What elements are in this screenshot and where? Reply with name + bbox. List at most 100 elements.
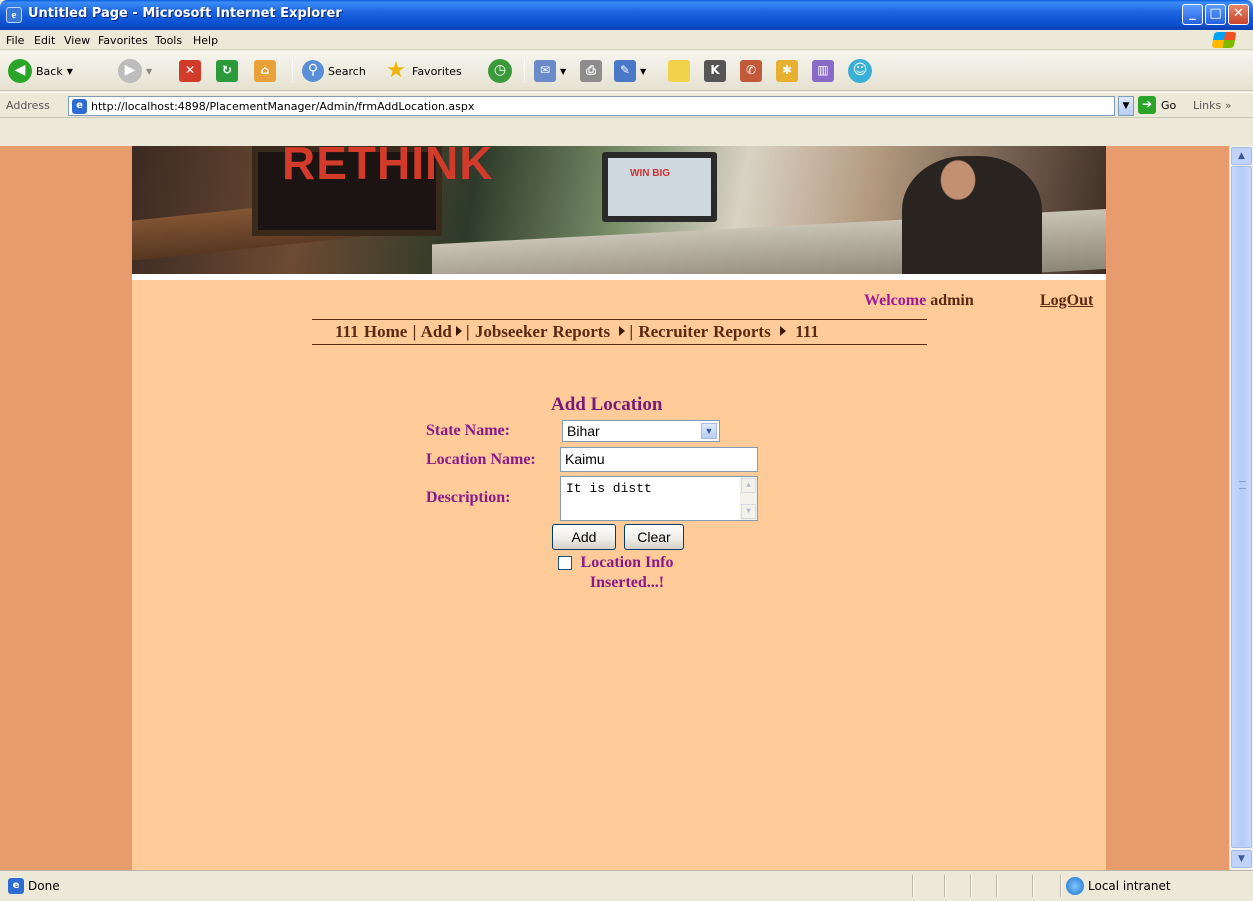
puzzle-icon: ✱: [776, 60, 798, 82]
clear-button[interactable]: Clear: [624, 524, 684, 550]
messenger-icon: ☺: [848, 59, 872, 83]
welcome-label: Welcome: [864, 292, 927, 309]
state-name-value: Bihar: [567, 423, 600, 439]
tool-button-1[interactable]: ✱: [776, 58, 798, 84]
banner-monitor-text: WIN BIG: [630, 168, 670, 179]
add-button[interactable]: Add: [552, 524, 616, 550]
menu-help[interactable]: Help: [193, 34, 218, 47]
messenger-button[interactable]: ☺: [848, 58, 872, 84]
form-title: Add Location: [551, 394, 663, 415]
back-dropdown-icon: ▼: [66, 66, 73, 76]
menu-view[interactable]: View: [64, 34, 90, 47]
page-content: RETHINK WIN BIG Welcome admin LogOut 111…: [132, 146, 1106, 870]
description-textarea[interactable]: It is distt ▲ ▼: [560, 476, 758, 521]
links-button[interactable]: Links »: [1193, 99, 1232, 112]
nav-bottom-rule: [312, 344, 927, 345]
scroll-down-icon[interactable]: ▼: [1231, 850, 1252, 868]
status-message: Location Info Inserted...!: [580, 554, 674, 591]
go-label: Go: [1161, 98, 1177, 112]
status-cell: [996, 875, 998, 897]
edit-dropdown-icon: ▼: [640, 66, 647, 76]
scroll-down-icon: ▼: [741, 504, 756, 519]
research-button[interactable]: ✆: [740, 58, 762, 84]
tool-button-2[interactable]: ▥: [812, 58, 834, 84]
textarea-scrollbar[interactable]: ▲ ▼: [740, 477, 757, 520]
edit-button[interactable]: ✎ ▼: [614, 58, 646, 84]
menu-file[interactable]: File: [6, 34, 24, 47]
books-icon: ▥: [812, 60, 834, 82]
stop-button[interactable]: ✕: [179, 58, 201, 84]
status-cell: [1060, 875, 1062, 897]
stop-icon: ✕: [179, 60, 201, 82]
status-cell: [944, 875, 946, 897]
menu-edit[interactable]: Edit: [34, 34, 55, 47]
main-nav: 111 Home | Add | Jobseeker Reports | Recr…: [335, 322, 819, 342]
status-bar: e Done Local intranet: [0, 870, 1253, 901]
close-button[interactable]: ✕: [1228, 4, 1249, 25]
chevron-down-icon: ▼: [701, 423, 717, 439]
favorites-star-icon: ★: [386, 58, 406, 83]
history-icon: ◷: [488, 59, 512, 83]
location-name-input[interactable]: Kaimu: [560, 447, 758, 472]
back-arrow-icon: ◀: [8, 59, 32, 83]
mail-icon: ✉: [534, 60, 556, 82]
nav-divider: |: [629, 322, 639, 341]
username: admin: [930, 292, 974, 309]
state-name-select[interactable]: Bihar ▼: [562, 420, 720, 442]
print-icon: ⎙: [580, 60, 602, 82]
intranet-globe-icon: [1066, 877, 1084, 895]
back-button[interactable]: ◀ Back ▼: [8, 58, 73, 84]
logout-link[interactable]: LogOut: [1040, 292, 1093, 310]
nav-recruiter-menu[interactable]: Recruiter Reports: [638, 322, 790, 341]
location-name-label: Location Name:: [426, 451, 536, 468]
location-name-value: Kaimu: [565, 451, 605, 467]
address-bar: Address e http://localhost:4898/Placemen…: [0, 92, 1253, 145]
menu-favorites[interactable]: Favorites: [98, 34, 148, 47]
go-button[interactable]: ➔ Go: [1138, 96, 1176, 114]
refresh-icon: ↻: [216, 60, 238, 82]
description-value: It is distt: [566, 481, 652, 496]
address-url: http://localhost:4898/PlacementManager/A…: [91, 100, 475, 113]
nav-add-menu[interactable]: Add: [421, 322, 466, 341]
favorites-button[interactable]: ★ Favorites: [384, 58, 462, 84]
page-icon: e: [72, 99, 87, 114]
k-icon: K: [704, 60, 726, 82]
address-label: Address: [6, 99, 50, 112]
page-vertical-scrollbar[interactable]: ▲ ▼: [1229, 146, 1253, 870]
links-label: Links: [1193, 99, 1222, 112]
favorites-label: Favorites: [412, 64, 462, 78]
home-icon: ⌂: [254, 60, 276, 82]
mail-button[interactable]: ✉ ▼: [534, 58, 566, 84]
maximize-button[interactable]: □: [1205, 4, 1226, 25]
nav-add-label: Add: [420, 322, 452, 341]
banner-rethink-text: RETHINK: [282, 146, 494, 189]
address-input[interactable]: e http://localhost:4898/PlacementManager…: [68, 96, 1115, 116]
forward-button[interactable]: ▶ ▼: [118, 58, 152, 84]
scrollbar-thumb[interactable]: [1231, 166, 1252, 848]
messenger-k-button[interactable]: K: [704, 58, 726, 84]
minimize-button[interactable]: _: [1182, 4, 1203, 25]
search-label: Search: [328, 64, 366, 78]
scroll-up-icon: ▲: [741, 478, 756, 493]
refresh-button[interactable]: ↻: [216, 58, 238, 84]
search-icon: ⚲: [302, 60, 324, 82]
home-button[interactable]: ⌂: [254, 58, 276, 84]
history-button[interactable]: ◷: [488, 58, 512, 84]
status-cell: [1032, 875, 1034, 897]
address-dropdown-button[interactable]: ▼: [1118, 96, 1134, 116]
windows-logo-icon: [1211, 32, 1237, 48]
menu-tools[interactable]: Tools: [155, 34, 182, 47]
print-button[interactable]: ⎙: [580, 58, 602, 84]
scroll-up-icon[interactable]: ▲: [1231, 147, 1252, 165]
search-button[interactable]: ⚲ Search: [302, 58, 366, 84]
ie-icon: e: [6, 7, 22, 23]
description-label: Description:: [426, 489, 511, 506]
mail-dropdown-icon: ▼: [560, 66, 567, 76]
discuss-button[interactable]: [668, 58, 690, 84]
nav-jobseeker-label: Jobseeker Reports: [474, 322, 611, 341]
nav-home-link[interactable]: Home: [364, 322, 407, 341]
research-icon: ✆: [740, 60, 762, 82]
state-name-label: State Name:: [426, 422, 510, 439]
nav-divider: |: [465, 322, 475, 341]
nav-jobseeker-menu[interactable]: Jobseeker Reports: [475, 322, 630, 341]
